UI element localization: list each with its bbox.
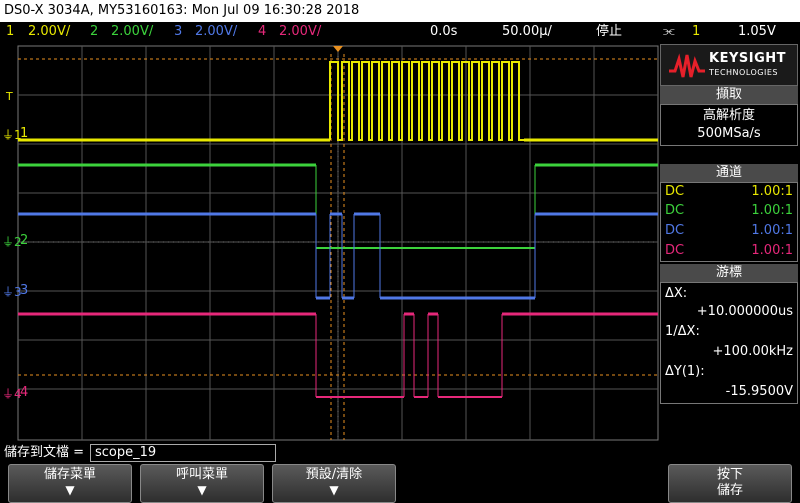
keysight-wave-icon	[669, 53, 705, 78]
acquire-section[interactable]: 高解析度 500MSa/s	[660, 104, 798, 146]
softkey-bar: 儲存到文檔 = scope_19 儲存菜單 ▼ 呼叫菜單 ▼ 預設/清除 ▼ 按…	[0, 442, 800, 503]
ch3-ground-marker[interactable]: ⏚3	[2, 283, 22, 300]
chevron-down-icon: ▼	[197, 483, 207, 497]
ch2-number[interactable]: 2	[90, 22, 98, 42]
timebase-scale[interactable]: 50.00µ/	[502, 22, 552, 42]
ch4-ground-marker[interactable]: ⏚4	[2, 385, 22, 402]
ch1-scale[interactable]: 2.00V/	[28, 22, 70, 42]
save-menu-softkey[interactable]: 儲存菜單 ▼	[8, 464, 132, 503]
acquire-rate: 500MSa/s	[697, 126, 761, 141]
trigger-level[interactable]: 1.05V	[738, 22, 776, 42]
waveform-display[interactable]: T ⏚1 1 ⏚2 2 ⏚3 3 ⏚4 4	[0, 42, 660, 442]
chevron-down-icon: ▼	[65, 483, 75, 497]
ch2-scale[interactable]: 2.00V/	[111, 22, 153, 42]
ch1-ground-marker[interactable]: ⏚1	[2, 126, 22, 143]
status-bar: 1 2.00V/ 2 2.00V/ 3 2.00V/ 4 2.00V/ 0.0s…	[0, 22, 800, 42]
filename-field[interactable]: scope_19	[90, 444, 276, 462]
channels-section[interactable]: DC 1.00:1 DC 1.00:1 DC 1.00:1 DC 1.00:1	[660, 182, 798, 262]
default-erase-softkey[interactable]: 預設/清除 ▼	[272, 464, 396, 503]
recall-menu-softkey[interactable]: 呼叫菜單 ▼	[140, 464, 264, 503]
ch4-scale[interactable]: 2.00V/	[279, 22, 321, 42]
channels-header[interactable]: 通道	[660, 164, 798, 182]
ch1-label: 1	[20, 126, 29, 141]
acquire-mode: 高解析度	[702, 108, 755, 123]
window-title: DS0-X 3034A, MY53160163: Mon Jul 09 16:3…	[0, 0, 800, 22]
right-info-panel: KEYSIGHT TECHNOLOGIES 擷取 高解析度 500MSa/s 通…	[659, 42, 800, 442]
ch3-label: 3	[20, 283, 29, 298]
horizontal-delay[interactable]: 0.0s	[430, 22, 457, 42]
ch3-scale[interactable]: 2.00V/	[195, 22, 237, 42]
chevron-down-icon: ▼	[329, 483, 339, 497]
press-to-save-softkey[interactable]: 按下 儲存	[668, 464, 792, 503]
trigger-channel[interactable]: 1	[692, 22, 700, 42]
ch1-number[interactable]: 1	[6, 22, 14, 42]
ch2-ground-marker[interactable]: ⏚2	[2, 233, 22, 250]
keysight-logo: KEYSIGHT TECHNOLOGIES	[660, 44, 798, 86]
ch4-label: 4	[20, 385, 29, 400]
trigger-edge-icon: ⫘	[663, 24, 675, 39]
ch4-number[interactable]: 4	[258, 22, 266, 42]
cursors-header[interactable]: 游標	[660, 264, 798, 282]
save-to-file-label: 儲存到文檔 =	[4, 445, 85, 460]
ch3-number[interactable]: 3	[174, 22, 182, 42]
ch2-label: 2	[20, 233, 29, 248]
acquire-header[interactable]: 擷取	[660, 86, 798, 104]
run-state[interactable]: 停止	[596, 22, 622, 42]
trigger-level-marker[interactable]: T	[6, 90, 13, 103]
waveform-graticule	[0, 42, 660, 442]
cursors-section[interactable]: ΔX: +10.000000us 1/ΔX: +100.00kHz ΔY(1):…	[660, 282, 798, 404]
